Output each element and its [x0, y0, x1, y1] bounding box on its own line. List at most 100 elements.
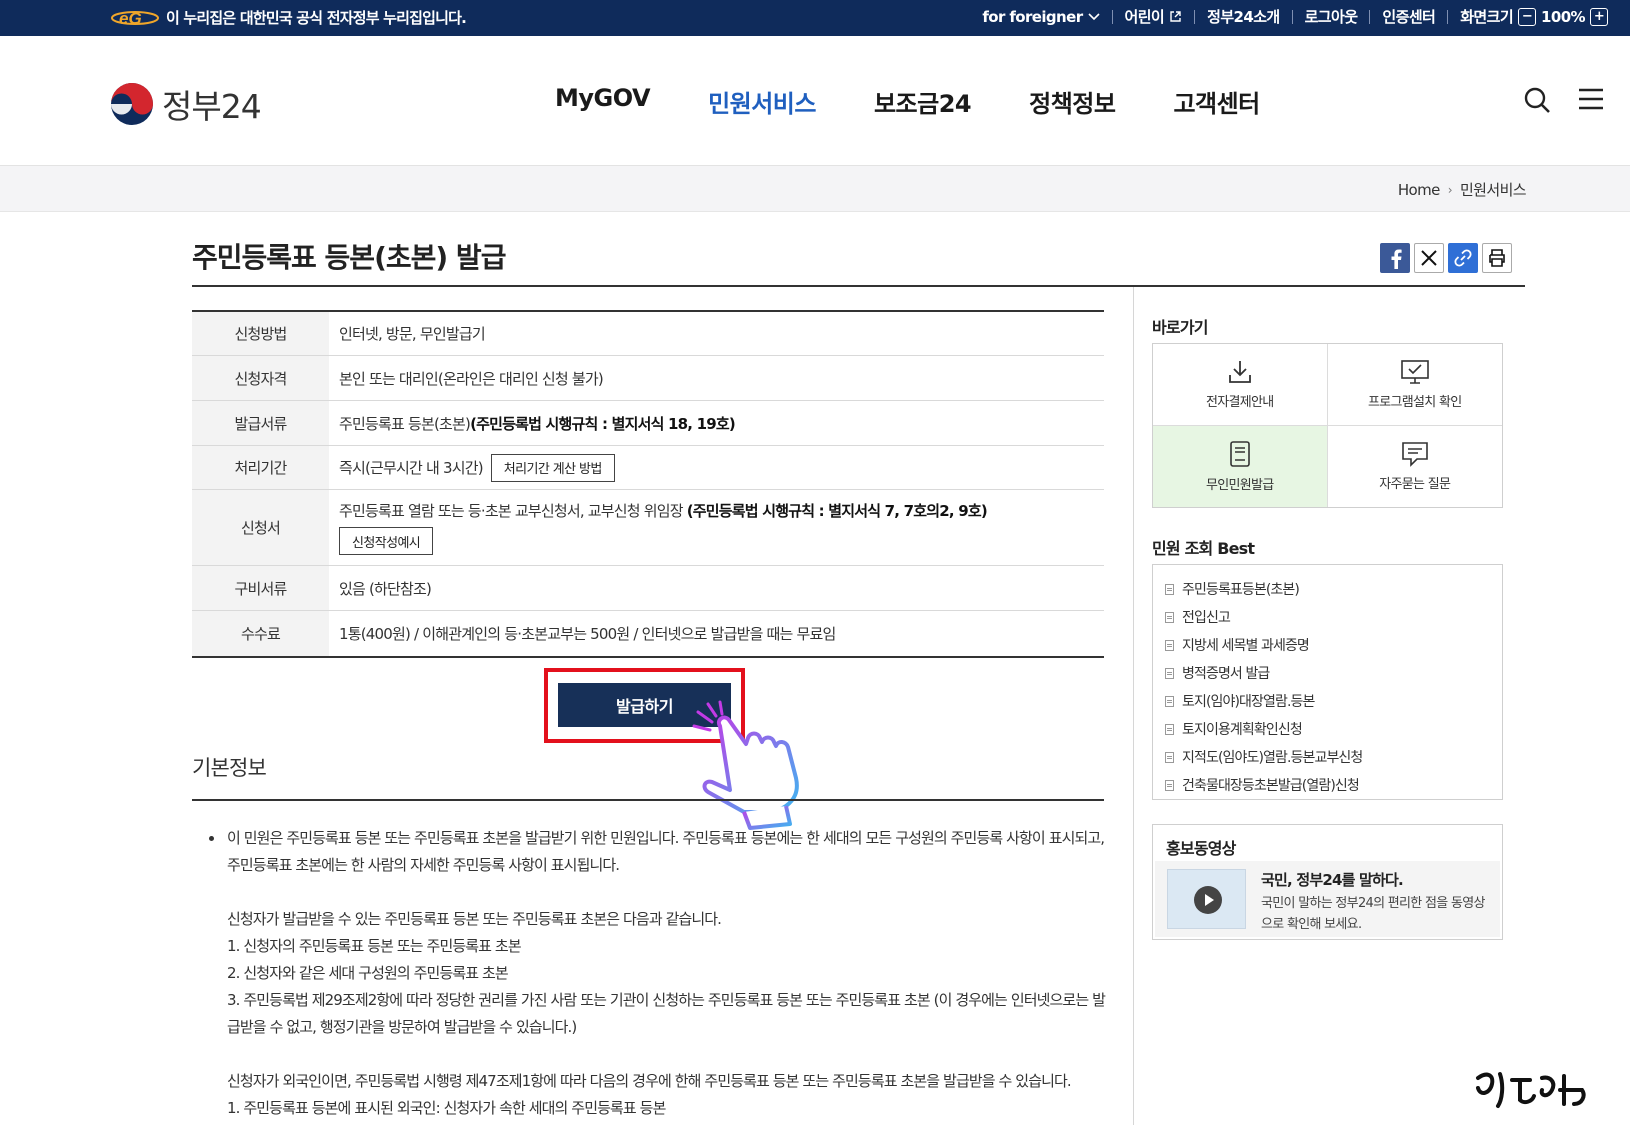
list-item[interactable]: 주민등록표등본(초본): [1165, 575, 1502, 603]
egov-logo-icon: eG: [111, 9, 159, 28]
document-icon: [1165, 639, 1174, 651]
promo-video-box: 홍보동영상 국민, 정부24를 말하다. 국민이 말하는 정부24의 편리한 점…: [1152, 824, 1503, 940]
promo-description: 국민이 말하는 정부24의 편리한 점을 동영상으로 확인해 보세요.: [1261, 896, 1485, 932]
service-info-table: 신청방법 인터넷, 방문, 무인발급기 신청자격 본인 또는 대리인(온라인은 …: [192, 310, 1104, 658]
row-label: 구비서류: [192, 566, 329, 610]
list-item-label: 지방세 세목별 과세증명: [1182, 638, 1310, 654]
table-row: 신청자격 본인 또는 대리인(온라인은 대리인 신청 불가): [192, 356, 1104, 401]
quick-link-kiosk[interactable]: 무인민원발급: [1153, 425, 1328, 507]
main-nav: MyGOV 민원서비스 보조금24 정책정보 고객센터: [555, 84, 1318, 119]
row-label: 신청서: [192, 490, 329, 565]
list-item[interactable]: 건축물대장등초본발급(열람)신청: [1165, 771, 1502, 799]
table-row: 수수료 1통(400원) / 이해관계인의 등·초본교부는 500원 / 인터넷…: [192, 611, 1104, 656]
info-list-item: 2. 신청자와 같은 세대 구성원의 주민등록표 초본: [227, 964, 509, 982]
search-icon[interactable]: [1523, 86, 1551, 114]
list-item-label: 주민등록표등본(초본): [1182, 582, 1300, 598]
list-item[interactable]: 토지(임야)대장열람.등본: [1165, 687, 1502, 715]
application-form-text: 주민등록표 열람 또는 등·초본 교부신청서, 교부신청 위임장: [339, 502, 687, 520]
bullet-icon: [209, 836, 214, 841]
zoom-out-button[interactable]: −: [1518, 7, 1537, 26]
row-value: 즉시(근무시간 내 3시간) 처리기간 계산 방법: [329, 446, 1104, 489]
title-divider: [192, 285, 1525, 287]
menu-hamburger-icon[interactable]: [1578, 86, 1604, 112]
document-icon: [1165, 583, 1174, 595]
best-services-title: 민원 조회 Best: [1152, 539, 1255, 558]
monitor-check-icon: [1400, 359, 1429, 384]
for-foreigner-label: for foreigner: [982, 7, 1083, 26]
external-link-icon: [1170, 11, 1181, 22]
download-icon: [1228, 360, 1251, 383]
row-label: 신청자격: [192, 356, 329, 400]
kids-link[interactable]: 어린이: [1125, 6, 1183, 27]
document-icon: [1165, 667, 1174, 679]
table-row: 신청방법 인터넷, 방문, 무인발급기: [192, 312, 1104, 356]
basic-info-divider: [192, 799, 1104, 801]
list-item-label: 건축물대장등초본발급(열람)신청: [1182, 778, 1360, 794]
nav-mygov[interactable]: MyGOV: [555, 84, 651, 119]
list-item[interactable]: 병적증명서 발급: [1165, 659, 1502, 687]
svg-text:eG: eG: [119, 9, 142, 28]
row-value: 본인 또는 대리인(온라인은 대리인 신청 불가): [339, 369, 604, 388]
video-thumbnail[interactable]: [1167, 869, 1246, 929]
zoom-in-button[interactable]: +: [1590, 7, 1608, 26]
about-link[interactable]: 정부24소개: [1207, 6, 1280, 27]
cert-center-link[interactable]: 인증센터: [1382, 6, 1435, 27]
breadcrumb: Home › 민원서비스: [1398, 179, 1527, 200]
link-copy-icon[interactable]: [1448, 243, 1478, 273]
breadcrumb-current[interactable]: 민원서비스: [1460, 179, 1527, 200]
pointing-hand-icon: [692, 700, 799, 830]
basic-info-title: 기본정보: [192, 756, 267, 780]
official-notice: 이 누리집은 대한민국 공식 전자정부 누리집입니다.: [166, 9, 467, 27]
list-item-label: 병적증명서 발급: [1182, 666, 1270, 682]
row-label: 발급서류: [192, 401, 329, 445]
nav-civil-service[interactable]: 민원서비스: [708, 84, 816, 119]
quick-link-payment-guide[interactable]: 전자결제안내: [1153, 344, 1328, 426]
promo-headline: 국민, 정부24를 말하다.: [1261, 871, 1404, 889]
quick-links-grid: 전자결제안내 프로그램설치 확인 무인민원발급 자주묻는 질문: [1152, 343, 1503, 508]
list-item[interactable]: 전입신고: [1165, 603, 1502, 631]
chevron-down-icon: [1087, 12, 1100, 20]
processing-time-calc-button[interactable]: 처리기간 계산 방법: [490, 453, 615, 482]
breadcrumb-home[interactable]: Home: [1398, 181, 1441, 199]
quick-link-program-check[interactable]: 프로그램설치 확인: [1327, 344, 1502, 426]
quick-link-faq[interactable]: 자주묻는 질문: [1328, 426, 1503, 508]
nav-subsidy24[interactable]: 보조금24: [874, 84, 972, 119]
row-label: 처리기간: [192, 446, 329, 489]
form-example-button[interactable]: 신청작성예시: [339, 527, 434, 555]
info-list-item: 1. 신청자의 주민등록표 등본 또는 주민등록표 초본: [227, 937, 522, 955]
zoom-value: 100%: [1541, 7, 1586, 26]
row-label: 수수료: [192, 611, 329, 656]
document-icon: [1165, 779, 1174, 791]
document-icon: [1165, 751, 1174, 763]
logo-text: 정부24: [162, 87, 262, 126]
nav-policy-info[interactable]: 정책정보: [1029, 84, 1116, 119]
row-value: 1통(400원) / 이해관계인의 등·초본교부는 500원 / 인터넷으로 발…: [339, 625, 836, 643]
nav-customer-center[interactable]: 고객센터: [1173, 84, 1260, 119]
promo-video-body: 국민, 정부24를 말하다. 국민이 말하는 정부24의 편리한 점을 동영상으…: [1155, 861, 1500, 937]
list-item[interactable]: 토지이용계획확인신청: [1165, 715, 1502, 743]
chevron-right-icon: ›: [1447, 182, 1453, 197]
info-paragraph: 이 민원은 주민등록표 등본 또는 주민등록표 초본을 발급받기 위한 민원입니…: [227, 829, 1105, 874]
print-icon[interactable]: [1482, 243, 1512, 273]
kids-label: 어린이: [1124, 8, 1165, 26]
for-foreigner-dropdown[interactable]: for foreigner: [982, 7, 1100, 26]
row-value: 주민등록표 등본(초본) (주민등록법 시행규칙 : 별지서식 18, 19호): [329, 401, 1104, 445]
share-toolbar: [1380, 243, 1512, 273]
taegeuk-logo-icon: [111, 83, 153, 125]
zoom-control: 화면크기 − 100% +: [1460, 6, 1608, 27]
watermark-logo-icon: [1476, 1072, 1586, 1108]
kiosk-icon: [1229, 440, 1250, 467]
x-share-icon[interactable]: [1414, 243, 1444, 273]
basic-info-body: 이 민원은 주민등록표 등본 또는 주민등록표 초본을 발급받기 위한 민원입니…: [205, 825, 1106, 1122]
list-item[interactable]: 지적도(임야도)열람.등본교부신청: [1165, 743, 1502, 771]
best-services-list: 주민등록표등본(초본) 전입신고 지방세 세목별 과세증명 병적증명서 발급 토…: [1152, 564, 1503, 800]
gov24-logo[interactable]: 정부24: [110, 80, 262, 128]
breadcrumb-band: Home › 민원서비스: [0, 166, 1630, 212]
list-item[interactable]: 지방세 세목별 과세증명: [1165, 631, 1502, 659]
issued-docs-law: (주민등록법 시행규칙 : 별지서식 18, 19호): [470, 414, 736, 433]
facebook-share-icon[interactable]: [1380, 243, 1410, 273]
quick-link-label: 무인민원발급: [1205, 477, 1274, 493]
list-item-label: 전입신고: [1182, 610, 1231, 626]
page-title: 주민등록표 등본(초본) 발급: [192, 241, 506, 274]
logout-link[interactable]: 로그아웃: [1305, 6, 1358, 27]
